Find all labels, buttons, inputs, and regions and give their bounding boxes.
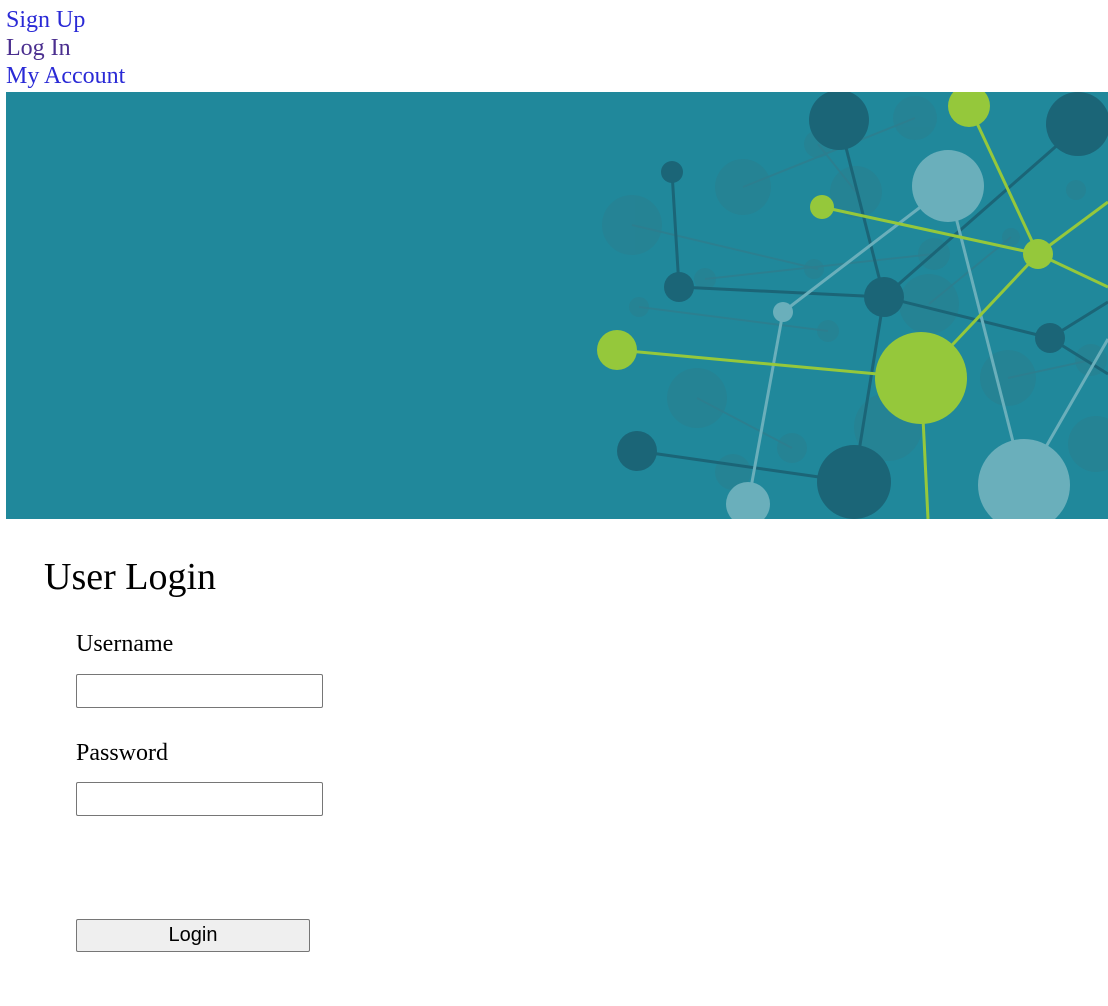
- sign-up-link[interactable]: Sign Up: [6, 6, 306, 34]
- page-title: User Login: [44, 556, 217, 598]
- log-in-link[interactable]: Log In: [6, 34, 306, 62]
- molecular-network-graphic: [597, 92, 1108, 519]
- top-nav: Sign Up Log In My Account: [6, 6, 306, 90]
- header-banner: [6, 92, 1108, 519]
- username-label: Username: [76, 631, 174, 657]
- username-input[interactable]: [76, 674, 323, 708]
- password-input[interactable]: [76, 782, 323, 816]
- login-button[interactable]: Login: [76, 919, 310, 952]
- password-label: Password: [76, 740, 169, 766]
- my-account-link[interactable]: My Account: [6, 62, 306, 90]
